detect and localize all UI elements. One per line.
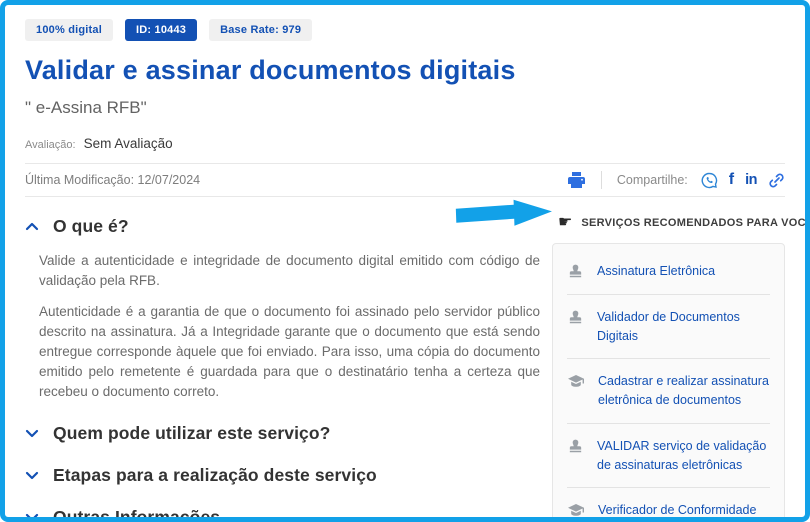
accordion-header-outras-informacoes[interactable]: Outras Informações bbox=[25, 506, 540, 522]
service-link-cadastrar-assinatura[interactable]: Cadastrar e realizar assinatura eletrôni… bbox=[567, 370, 770, 412]
share-whatsapp-button[interactable] bbox=[701, 172, 718, 189]
pointing-hand-icon: ☛ bbox=[558, 214, 573, 231]
service-link-validador-documentos[interactable]: Validador de Documentos Digitais bbox=[567, 306, 770, 348]
main-content: O que é? Valide a autenticidade e integr… bbox=[25, 199, 805, 522]
recommended-title: SERVIÇOS RECOMENDADOS PARA VOCÊ bbox=[581, 217, 810, 229]
meta-bar: Última Modificação: 12/07/2024 Compartil… bbox=[25, 163, 785, 197]
share-label: Compartilhe: bbox=[616, 173, 688, 187]
link-icon bbox=[768, 172, 785, 189]
service-page: 100% digital ID: 10443 Base Rate: 979 Va… bbox=[0, 0, 810, 522]
rating-value: Sem Avaliação bbox=[83, 136, 173, 151]
chevron-down-icon bbox=[25, 470, 39, 481]
base-rate-badge: Base Rate: 979 bbox=[209, 19, 313, 41]
recommended-header: ☛ SERVIÇOS RECOMENDADOS PARA VOCÊ bbox=[540, 214, 810, 231]
accordion-header-etapas[interactable]: Etapas para a realização deste serviço bbox=[25, 465, 540, 486]
share-linkedin-button[interactable]: in bbox=[745, 173, 757, 188]
graduation-cap-icon bbox=[567, 373, 585, 389]
recommended-services-card: Assinatura Eletrônica Validador de Docum… bbox=[552, 243, 785, 518]
service-link-validar-assinaturas[interactable]: VALIDAR serviço de validação de assinatu… bbox=[567, 435, 770, 477]
service-link-label: Assinatura Eletrônica bbox=[597, 264, 716, 278]
page-title: Validar e assinar documentos digitais bbox=[25, 55, 516, 85]
stamp-icon bbox=[567, 309, 584, 326]
service-link-assinatura-eletronica[interactable]: Assinatura Eletrônica bbox=[567, 260, 770, 283]
graduation-cap-icon bbox=[567, 502, 585, 517]
chevron-down-icon bbox=[25, 428, 39, 439]
divider bbox=[567, 422, 770, 424]
chevron-up-icon bbox=[25, 221, 39, 232]
facebook-icon: f bbox=[728, 171, 735, 188]
rating-label: Avaliação: bbox=[25, 139, 76, 151]
service-link-label: Validador de Documentos Digitais bbox=[597, 309, 740, 343]
id-badge: ID: 10443 bbox=[124, 19, 198, 41]
accordion-label: Quem pode utilizar este serviço? bbox=[53, 422, 331, 443]
accordion-body-o-que-e: Valide a autenticidade e integridade de … bbox=[39, 251, 540, 402]
divider bbox=[567, 358, 770, 360]
service-link-label: Cadastrar e realizar assinatura eletrôni… bbox=[598, 374, 769, 407]
page-subtitle: " e-Assina RFB" bbox=[25, 98, 147, 117]
stamp-icon bbox=[567, 263, 584, 280]
accordion-label: Etapas para a realização deste serviço bbox=[53, 464, 377, 485]
chevron-down-icon bbox=[25, 512, 39, 517]
printer-icon bbox=[567, 171, 586, 189]
linkedin-icon: in bbox=[745, 171, 757, 188]
share-facebook-button[interactable]: f bbox=[729, 172, 734, 188]
last-modified: Última Modificação: 12/07/2024 bbox=[25, 173, 201, 187]
share-link-button[interactable] bbox=[768, 172, 785, 189]
recommended-column: ☛ SERVIÇOS RECOMENDADOS PARA VOCÊ Assina… bbox=[540, 199, 810, 518]
divider bbox=[600, 171, 602, 189]
service-link-label: Verificador de Conformidade de Assinatur… bbox=[598, 503, 757, 518]
accordion-column: O que é? Valide a autenticidade e integr… bbox=[25, 199, 540, 522]
digital-badge: 100% digital bbox=[25, 19, 113, 41]
paragraph: Autenticidade é a garantia de que o docu… bbox=[39, 303, 540, 399]
rating-row: Avaliação: Sem Avaliação bbox=[25, 136, 785, 151]
service-link-label: VALIDAR serviço de validação de assinatu… bbox=[597, 438, 767, 472]
divider bbox=[567, 293, 770, 295]
print-button[interactable] bbox=[567, 171, 586, 189]
annotation-arrow-icon bbox=[453, 195, 558, 231]
badge-row: 100% digital ID: 10443 Base Rate: 979 bbox=[25, 19, 785, 41]
service-link-verificador-conformidade[interactable]: Verificador de Conformidade de Assinatur… bbox=[567, 499, 770, 518]
divider bbox=[567, 487, 770, 489]
accordion-label: O que é? bbox=[53, 216, 129, 236]
share-bar: Compartilhe: f in bbox=[567, 171, 785, 189]
stamp-icon bbox=[567, 438, 584, 455]
whatsapp-icon bbox=[701, 172, 718, 189]
accordion-header-quem-pode[interactable]: Quem pode utilizar este serviço? bbox=[25, 423, 540, 444]
paragraph: Valide a autenticidade e integridade de … bbox=[39, 253, 540, 288]
accordion-label: Outras Informações bbox=[53, 506, 221, 522]
